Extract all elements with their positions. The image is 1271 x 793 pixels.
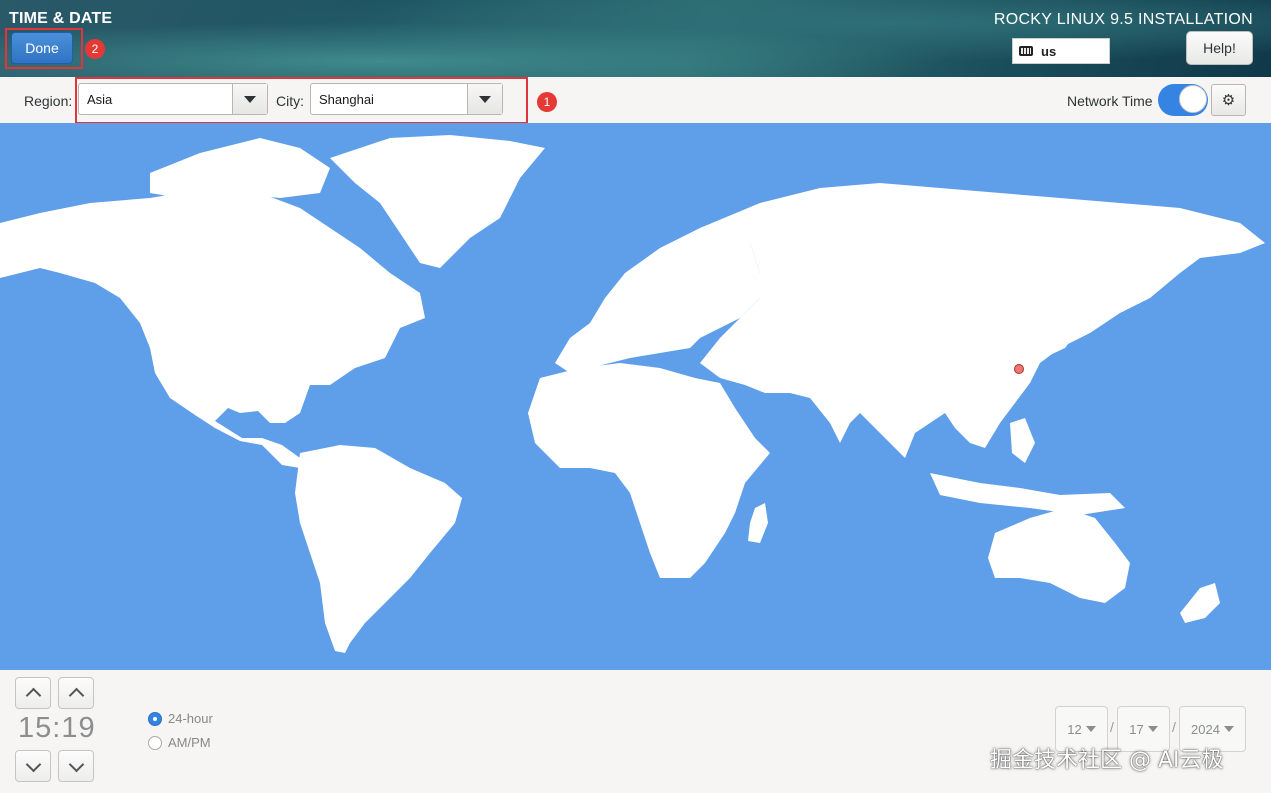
- radio-indicator: [148, 735, 162, 750]
- radio-am-pm[interactable]: AM/PM: [148, 735, 211, 750]
- indonesia-islands: [930, 473, 1125, 515]
- month-value: 12: [1067, 721, 1082, 737]
- chevron-up-icon: [25, 687, 41, 703]
- australia-landmass: [988, 508, 1130, 603]
- radio-indicator: [148, 711, 162, 726]
- south-america-landmass: [295, 445, 462, 653]
- keyboard-layout-label: us: [1041, 43, 1057, 59]
- date-separator: /: [1110, 719, 1114, 735]
- watermark-text: 掘金技术社区 @ AI云极: [990, 748, 1224, 773]
- radio-am-pm-label: AM/PM: [168, 735, 211, 750]
- time-display: 15:19: [18, 712, 96, 744]
- location-marker: [1014, 364, 1024, 374]
- date-separator: /: [1172, 719, 1176, 735]
- ntp-settings-button[interactable]: ⚙: [1211, 84, 1246, 116]
- network-time-switch[interactable]: [1158, 84, 1208, 116]
- timezone-map[interactable]: [0, 123, 1271, 670]
- help-button[interactable]: Help!: [1186, 31, 1253, 65]
- region-label: Region:: [24, 93, 73, 109]
- radio-24-hour-label: 24-hour: [168, 711, 213, 726]
- africa-landmass: [528, 363, 770, 578]
- madagascar-landmass: [748, 503, 768, 543]
- greenland-landmass: [330, 135, 545, 268]
- annotation-highlight-done: [5, 28, 83, 69]
- new-zealand-landmass: [1180, 583, 1220, 623]
- north-america-landmass: [0, 188, 425, 468]
- minutes-up-button[interactable]: [58, 677, 94, 709]
- chevron-down-icon: [25, 756, 41, 772]
- chevron-up-icon: [68, 687, 84, 703]
- asia-landmass: [700, 183, 1265, 458]
- spoke-header: TIME & DATE Done 2 ROCKY LINUX 9.5 INSTA…: [0, 0, 1271, 77]
- product-title: ROCKY LINUX 9.5 INSTALLATION: [993, 11, 1253, 28]
- hours-down-button[interactable]: [15, 750, 51, 782]
- annotation-badge-1: 1: [537, 92, 557, 112]
- annotation-highlight-region-city: [75, 77, 528, 124]
- keyboard-icon: [1019, 46, 1033, 56]
- chevron-down-icon: [1223, 726, 1234, 732]
- annotation-badge-2: 2: [85, 39, 105, 59]
- chevron-down-icon: [1147, 726, 1158, 732]
- network-time-label: Network Time: [1067, 93, 1153, 109]
- chevron-down-icon: [68, 756, 84, 772]
- gear-icon: ⚙: [1221, 92, 1236, 109]
- day-value: 17: [1129, 721, 1144, 737]
- hours-up-button[interactable]: [15, 677, 51, 709]
- keyboard-layout-indicator[interactable]: us: [1012, 38, 1110, 64]
- world-map-svg: [0, 135, 1265, 653]
- minutes-down-button[interactable]: [58, 750, 94, 782]
- radio-24-hour[interactable]: 24-hour: [148, 711, 213, 726]
- year-value: 2024: [1191, 721, 1220, 737]
- chevron-down-icon: [1085, 726, 1096, 732]
- philippines-islands: [1010, 418, 1035, 463]
- page-title: TIME & DATE: [9, 10, 113, 27]
- arctic-islands: [150, 138, 330, 198]
- switch-knob: [1179, 85, 1207, 113]
